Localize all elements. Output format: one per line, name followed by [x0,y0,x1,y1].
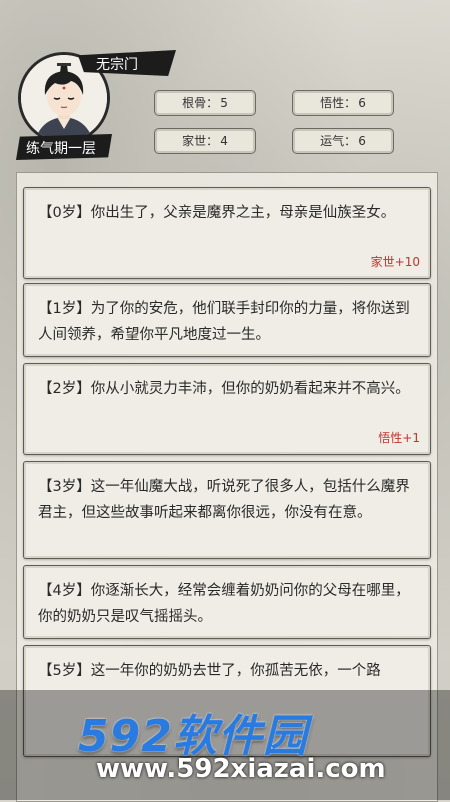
event-text: 【1岁】为了你的安危，他们联手封印你的力量，将你送到人间领养，希望你平凡地度过一… [38,301,410,343]
stat-label: 运气 [320,134,345,148]
stat-value: 6 [358,96,366,110]
stat-comprehension: 悟性： 6 [292,90,394,116]
watermark-url: www.592xiazai.com [96,754,386,784]
stat-label: 悟性 [320,96,345,110]
stat-label: 家世 [182,134,207,148]
event-bonus: 悟性+1 [378,431,420,445]
stat-bone: 根骨： 5 [154,90,256,116]
event-text: 【2岁】你从小就灵力丰沛，但你的奶奶看起来并不高兴。 [38,381,410,397]
stat-value: 4 [220,134,228,148]
cultivation-realm: 练气期一层 [26,141,96,157]
event-text: 【3岁】这一年仙魔大战，听说死了很多人，包括什么魔界君主，但这些故事听起来都离你… [38,479,410,521]
event-text: 【5岁】这一年你的奶奶去世了，你孤苦无依，一个路 [38,663,381,679]
stat-label: 根骨 [182,96,207,110]
stat-value: 5 [220,96,228,110]
event-bonus: 家世+10 [370,255,420,269]
event-text: 【0岁】你出生了，父亲是魔界之主，母亲是仙族圣女。 [38,205,396,221]
event-text: 【4岁】你逐渐长大，经常会缠着奶奶问你的父母在哪里，你的奶奶只是叹气摇摇头。 [38,583,410,625]
stat-family: 家世： 4 [154,128,256,154]
event-card: 【2岁】你从小就灵力丰沛，但你的奶奶看起来并不高兴。 悟性+1 [23,363,431,455]
event-card: 【0岁】你出生了，父亲是魔界之主，母亲是仙族圣女。 家世+10 [23,187,431,279]
stat-value: 6 [358,134,366,148]
stat-luck: 运气： 6 [292,128,394,154]
sect-name: 无宗门 [96,57,138,73]
event-card: 【4岁】你逐渐长大，经常会缠着奶奶问你的父母在哪里，你的奶奶只是叹气摇摇头。 [23,565,431,639]
event-card: 【3岁】这一年仙魔大战，听说死了很多人，包括什么魔界君主，但这些故事听起来都离你… [23,461,431,559]
event-card: 【1岁】为了你的安危，他们联手封印你的力量，将你送到人间领养，希望你平凡地度过一… [23,283,431,357]
